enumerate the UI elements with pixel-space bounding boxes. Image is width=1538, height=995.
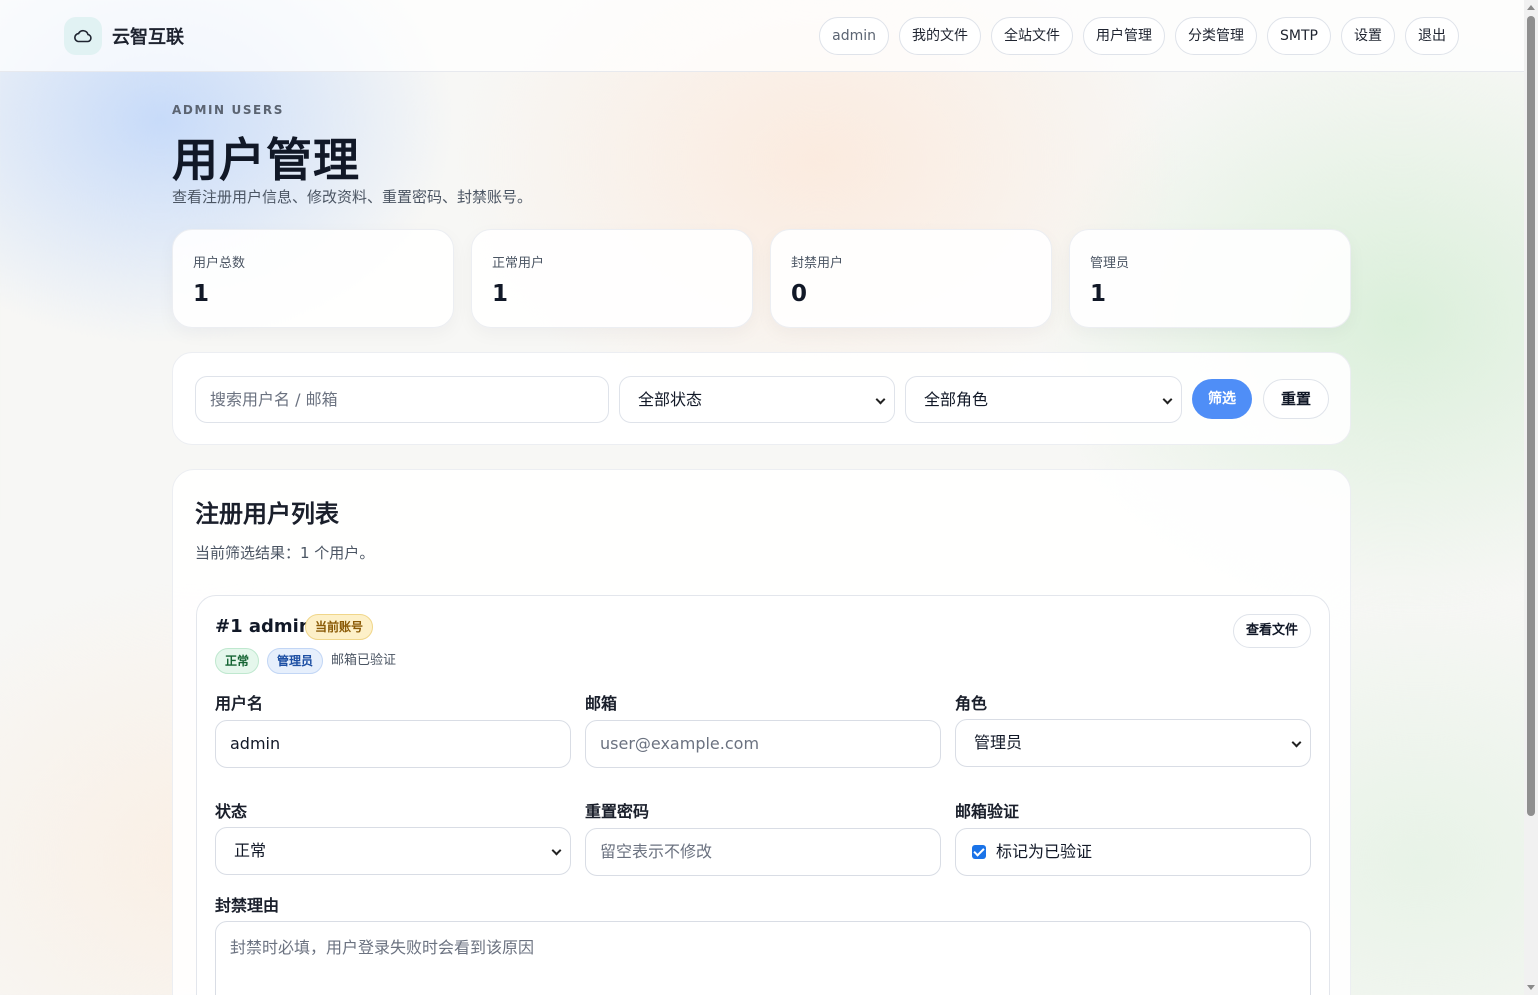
stat-label: 正常用户 (492, 256, 545, 271)
role-filter-select[interactable]: 全部角色 (905, 376, 1182, 423)
reset-button[interactable]: 重置 (1263, 379, 1329, 419)
status-filter-value: 全部状态 (638, 390, 703, 409)
stat-card-normal-users: 正常用户 1 (471, 229, 753, 328)
email-field[interactable]: user@example.com (585, 720, 941, 768)
stat-value: 1 (193, 281, 210, 307)
email-verify-box: 标记为已验证 (955, 828, 1311, 876)
stat-card-total-users: 用户总数 1 (172, 229, 454, 328)
scroll-up-arrow-icon[interactable] (1527, 5, 1535, 10)
nav-smtp[interactable]: SMTP (1267, 17, 1331, 55)
status-badge: 正常 (215, 648, 260, 674)
filter-bar: 搜索用户名 / 邮箱 全部状态 全部角色 筛选 重置 (172, 352, 1351, 445)
user-list-panel: 注册用户列表 当前筛选结果：1 个用户。 #1 admin 当前账号 正常 管理… (172, 469, 1351, 995)
reset-password-field[interactable]: 留空表示不修改 (585, 828, 941, 876)
brand-name: 云智互联 (112, 27, 184, 48)
stat-label: 封禁用户 (791, 256, 844, 271)
nav-category-management[interactable]: 分类管理 (1175, 17, 1258, 55)
status-label: 状态 (215, 802, 248, 821)
view-files-button[interactable]: 查看文件 (1232, 614, 1311, 648)
stat-label: 用户总数 (193, 256, 246, 271)
role-label: 角色 (955, 694, 988, 713)
brand[interactable]: 云智互联 (64, 17, 184, 55)
ban-reason-textarea[interactable]: 封禁时必填，用户登录失败时会看到该原因 (215, 921, 1311, 995)
verified-checkbox-label[interactable]: 标记为已验证 (996, 829, 1092, 875)
chevron-down-icon (1162, 394, 1173, 405)
verified-checkbox[interactable] (972, 845, 986, 859)
reset-password-label: 重置密码 (585, 802, 650, 821)
nav-settings[interactable]: 设置 (1341, 17, 1395, 55)
username-label: 用户名 (215, 694, 264, 713)
filter-button[interactable]: 筛选 (1192, 379, 1252, 419)
user-list-title: 注册用户列表 (195, 500, 339, 528)
reset-password-placeholder: 留空表示不修改 (600, 842, 713, 861)
email-verified-text: 邮箱已验证 (331, 653, 397, 668)
stat-value: 1 (1090, 281, 1107, 307)
current-account-badge: 当前账号 (305, 614, 374, 640)
ban-reason-label: 封禁理由 (215, 896, 280, 915)
status-filter-select[interactable]: 全部状态 (619, 376, 895, 423)
role-select[interactable]: 管理员 (955, 719, 1311, 767)
chevron-down-icon (1291, 737, 1302, 748)
page-subtitle: 查看注册用户信息、修改资料、重置密码、封禁账号。 (172, 188, 533, 206)
nav-user-management[interactable]: 用户管理 (1083, 17, 1166, 55)
username-field[interactable]: admin (215, 720, 571, 768)
user-card: #1 admin 当前账号 正常 管理员 邮箱已验证 查看文件 用户名 邮箱 角… (196, 595, 1330, 995)
stat-card-banned-users: 封禁用户 0 (770, 229, 1052, 328)
nav-my-files[interactable]: 我的文件 (899, 17, 982, 55)
status-select-value: 正常 (234, 841, 267, 860)
stat-card-admins: 管理员 1 (1069, 229, 1351, 328)
filter-result-summary: 当前筛选结果：1 个用户。 (195, 544, 375, 562)
chevron-down-icon (875, 394, 886, 405)
stat-label: 管理员 (1090, 256, 1130, 271)
role-badge: 管理员 (267, 648, 324, 674)
search-input[interactable]: 搜索用户名 / 邮箱 (195, 376, 609, 423)
nav-logout[interactable]: 退出 (1405, 17, 1459, 55)
nav-all-files[interactable]: 全站文件 (991, 17, 1074, 55)
ban-reason-placeholder: 封禁时必填，用户登录失败时会看到该原因 (230, 938, 535, 957)
page-eyebrow: ADMIN USERS (172, 103, 284, 117)
page-scrollbar[interactable] (1524, 0, 1538, 995)
scrollbar-thumb[interactable] (1527, 16, 1535, 816)
top-navbar: 云智互联 admin 我的文件 全站文件 用户管理 分类管理 SMTP 设置 退… (0, 0, 1524, 72)
email-verify-label: 邮箱验证 (955, 802, 1020, 821)
scroll-down-arrow-icon[interactable] (1527, 985, 1535, 990)
status-select[interactable]: 正常 (215, 827, 571, 875)
stat-value: 1 (492, 281, 509, 307)
user-heading: #1 admin (215, 616, 312, 637)
email-placeholder: user@example.com (600, 734, 760, 753)
main-nav: admin 我的文件 全站文件 用户管理 分类管理 SMTP 设置 退出 (809, 17, 1459, 55)
role-select-value: 管理员 (974, 733, 1023, 752)
nav-user-admin[interactable]: admin (819, 17, 890, 55)
stat-value: 0 (791, 281, 808, 307)
chevron-down-icon (551, 845, 562, 856)
page-title: 用户管理 (172, 133, 360, 187)
role-filter-value: 全部角色 (924, 390, 989, 409)
username-value: admin (230, 734, 281, 753)
email-label: 邮箱 (585, 694, 618, 713)
cloud-icon (64, 17, 102, 55)
search-placeholder: 搜索用户名 / 邮箱 (210, 390, 338, 409)
